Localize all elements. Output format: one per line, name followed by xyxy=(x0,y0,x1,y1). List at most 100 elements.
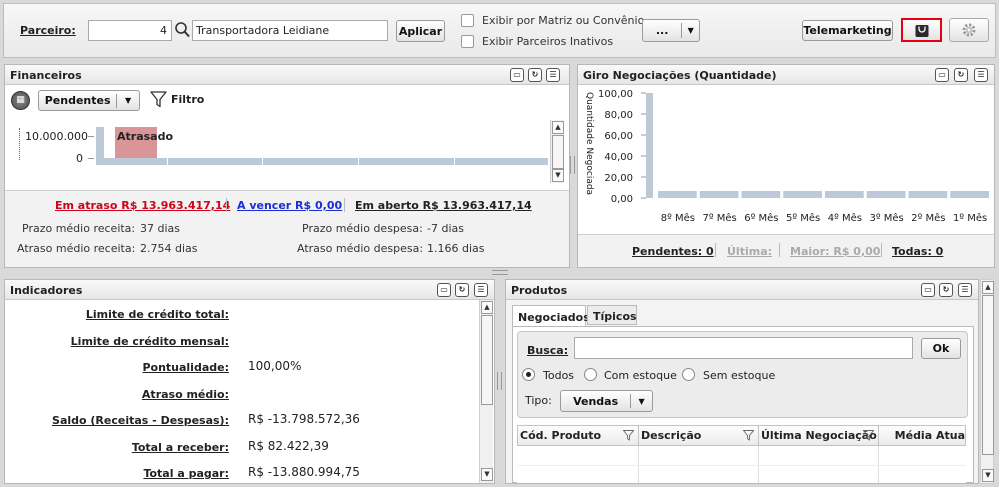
settings-button[interactable] xyxy=(949,18,989,42)
scroll-thumb[interactable] xyxy=(481,315,493,405)
column-filter-icon[interactable] xyxy=(743,430,754,441)
x-tick-label: 7º Mês xyxy=(703,212,737,224)
busca-input[interactable] xyxy=(574,337,913,359)
more-options-button[interactable]: ... ▼ xyxy=(642,19,700,42)
em-atraso-link[interactable]: Em atraso R$ 13.963.417,14 xyxy=(55,199,230,212)
indicador-label[interactable]: Pontualidade: xyxy=(142,361,229,374)
em-aberto-link[interactable]: Em aberto R$ 13.963.417,14 xyxy=(355,199,532,212)
refresh-icon[interactable]: ↻ xyxy=(954,68,968,82)
tipo-label: Tipo: xyxy=(525,394,552,407)
menu-icon[interactable]: ☰ xyxy=(546,68,560,82)
atrasado-bar-label: Atrasado xyxy=(117,130,174,143)
parceiro-code-input[interactable]: 4 xyxy=(88,20,172,41)
pendentes-dropdown-value: Pendentes xyxy=(44,94,111,107)
giro-divider xyxy=(779,243,780,257)
financeiros-tick-mark xyxy=(88,136,94,137)
maximize-icon[interactable]: ▭ xyxy=(921,283,935,297)
financeiros-baseline-separator xyxy=(454,158,455,165)
inativos-checkbox[interactable] xyxy=(461,35,474,48)
atraso-despesa-label: Atraso médio despesa: xyxy=(297,242,424,255)
refresh-icon[interactable]: ↻ xyxy=(455,283,469,297)
bar xyxy=(866,191,906,198)
menu-icon[interactable]: ☰ xyxy=(474,283,488,297)
indicador-label[interactable]: Limite de crédito mensal: xyxy=(71,335,229,348)
maximize-icon[interactable]: ▭ xyxy=(510,68,524,82)
refresh-icon[interactable]: ↻ xyxy=(939,283,953,297)
refresh-icon[interactable]: ↻ xyxy=(528,68,542,82)
vertical-splitter-handle[interactable] xyxy=(497,372,502,390)
column-header-label: Cód. Produto xyxy=(520,429,602,442)
indicador-label[interactable]: Saldo (Receitas - Despesas): xyxy=(52,414,229,427)
column-filter-icon[interactable] xyxy=(623,430,634,441)
column-header-label: Média Atua xyxy=(894,429,965,442)
maximize-icon[interactable]: ▭ xyxy=(437,283,451,297)
scroll-down-arrow[interactable]: ▼ xyxy=(982,469,994,482)
tab-tipicos-label: Típicos xyxy=(593,310,637,323)
indicador-label[interactable]: Atraso médio: xyxy=(142,388,229,401)
maximize-icon[interactable]: ▭ xyxy=(935,68,949,82)
y-tick-label: 80,00 xyxy=(604,110,633,121)
pendentes-link[interactable]: Pendentes: 0 xyxy=(632,245,714,258)
scroll-thumb[interactable] xyxy=(982,295,994,455)
horizontal-splitter-handle[interactable] xyxy=(492,270,508,275)
indicador-label[interactable]: Total a receber: xyxy=(132,441,229,454)
financeiros-scrollbar[interactable]: ▲ ▼ xyxy=(550,120,564,183)
radio-todos[interactable] xyxy=(522,368,535,381)
indicadores-scrollbar[interactable]: ▲ ▼ xyxy=(479,300,493,483)
vertical-splitter-handle[interactable] xyxy=(570,156,575,174)
filter-icon[interactable] xyxy=(150,91,167,108)
produtos-scrollbar[interactable]: ▲ ▼ xyxy=(980,279,994,484)
giro-divider xyxy=(881,243,882,257)
produtos-table-body xyxy=(517,446,966,483)
indicador-label[interactable]: Total a pagar: xyxy=(143,467,229,480)
parceiro-name-field[interactable]: Transportadora Leidiane xyxy=(192,20,388,41)
search-icon[interactable] xyxy=(174,21,191,39)
menu-icon[interactable]: ☰ xyxy=(958,283,972,297)
scroll-up-arrow[interactable]: ▲ xyxy=(982,281,994,294)
indicador-label[interactable]: Limite de crédito total: xyxy=(86,308,229,321)
parceiro-code-value: 4 xyxy=(160,24,167,37)
radio-com-estoque[interactable] xyxy=(584,368,597,381)
column-header[interactable]: Cód. Produto xyxy=(518,426,639,445)
tab-tipicos[interactable]: Típicos xyxy=(587,305,637,325)
x-tick-label: 8º Mês xyxy=(661,212,695,224)
todas-link[interactable]: Todas: 0 xyxy=(892,245,943,258)
scroll-up-arrow[interactable]: ▲ xyxy=(552,121,564,134)
x-tick-label: 5º Mês xyxy=(786,212,820,224)
giro-title: Giro Negociações (Quantidade) xyxy=(583,69,777,82)
parceiro-name-value: Transportadora Leidiane xyxy=(196,24,330,37)
aplicar-button[interactable]: Aplicar xyxy=(396,20,445,42)
menu-icon[interactable]: ☰ xyxy=(974,68,988,82)
column-header[interactable]: Descrição xyxy=(639,426,759,445)
calculator-icon: ▦ xyxy=(16,95,25,105)
produtos-table-header: Cód. Produto Descrição Última Negociação Mé… xyxy=(517,425,966,446)
tab-negociados[interactable]: Negociados xyxy=(512,305,590,327)
ok-button[interactable]: Ok xyxy=(921,338,961,359)
matriz-checkbox[interactable] xyxy=(461,14,474,27)
pendentes-dropdown[interactable]: Pendentes ▼ xyxy=(38,90,140,111)
scroll-down-arrow[interactable]: ▼ xyxy=(552,169,564,182)
a-vencer-link[interactable]: A vencer R$ 0,00 xyxy=(237,199,342,212)
atraso-receita-label: Atraso médio receita: xyxy=(17,242,136,255)
scroll-down-arrow[interactable]: ▼ xyxy=(481,468,493,481)
scroll-thumb[interactable] xyxy=(552,135,564,169)
tipo-dropdown[interactable]: Vendas ▼ xyxy=(560,390,653,412)
indicadores-title-bar: Indicadores ▭ ↻ ☰ xyxy=(5,280,494,300)
x-tick-label: 2º Mês xyxy=(911,212,945,224)
telemarketing-button[interactable]: Telemarketing xyxy=(802,20,893,41)
shopping-bag-button[interactable] xyxy=(901,18,942,42)
calculator-button[interactable]: ▦ xyxy=(11,91,30,110)
table-row[interactable] xyxy=(517,446,966,466)
parceiro-label[interactable]: Parceiro: xyxy=(20,24,76,37)
column-filter-icon[interactable] xyxy=(863,430,874,441)
bar xyxy=(825,191,864,198)
scroll-up-arrow[interactable]: ▲ xyxy=(481,301,493,314)
inativos-checkbox-label: Exibir Parceiros Inativos xyxy=(482,35,614,48)
column-header[interactable]: Média Atua xyxy=(879,426,965,445)
radio-sem-estoque[interactable] xyxy=(682,368,695,381)
column-header[interactable]: Última Negociação xyxy=(759,426,879,445)
financeiros-y-axis-line xyxy=(19,128,20,160)
x-tick-label: 6º Mês xyxy=(744,212,778,224)
filter-label[interactable]: Filtro xyxy=(171,93,204,106)
financeiros-baseline-separator xyxy=(167,158,168,165)
